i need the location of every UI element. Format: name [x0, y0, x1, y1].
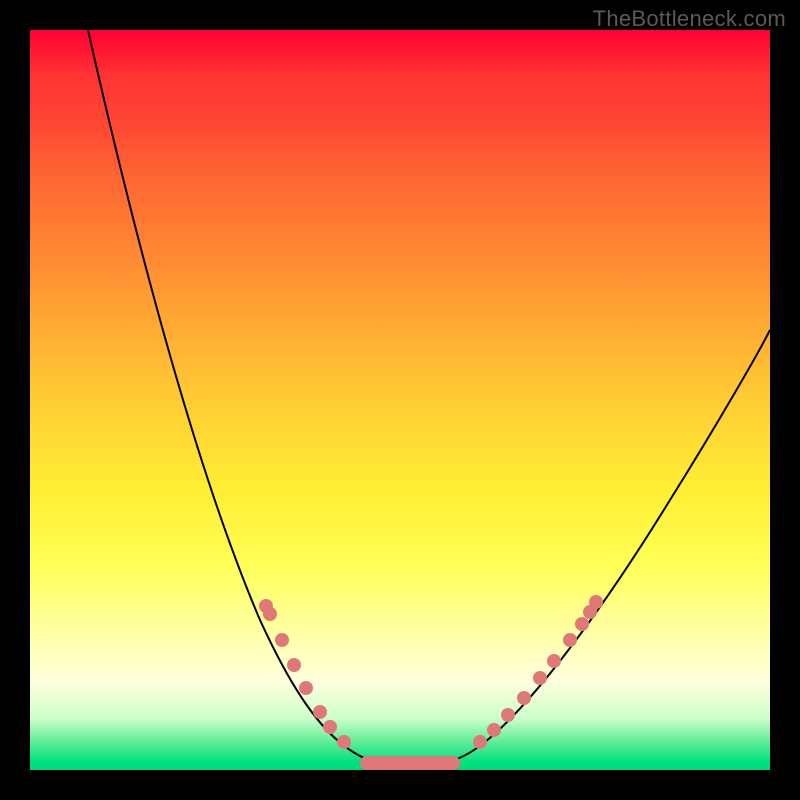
marker-right-1 — [487, 723, 501, 737]
marker-right-6 — [563, 633, 577, 647]
marker-right-2 — [501, 708, 515, 722]
marker-right-0 — [473, 735, 487, 749]
marker-left-7 — [337, 735, 351, 749]
marker-right-9 — [589, 595, 603, 609]
chart-frame: TheBottleneck.com — [0, 0, 800, 800]
marker-left-5 — [313, 705, 327, 719]
bottleneck-curve — [30, 30, 770, 770]
trough-bar — [360, 756, 460, 770]
watermark-text: TheBottleneck.com — [593, 6, 786, 32]
marker-left-2 — [275, 633, 289, 647]
marker-right-3 — [517, 691, 531, 705]
marker-left-4 — [299, 681, 313, 695]
marker-left-6 — [323, 720, 337, 734]
marker-left-1 — [263, 607, 277, 621]
marker-right-5 — [547, 654, 561, 668]
curve-path — [88, 30, 770, 763]
marker-right-7 — [575, 617, 589, 631]
marker-right-4 — [533, 671, 547, 685]
plot-area — [30, 30, 770, 770]
marker-left-3 — [287, 658, 301, 672]
